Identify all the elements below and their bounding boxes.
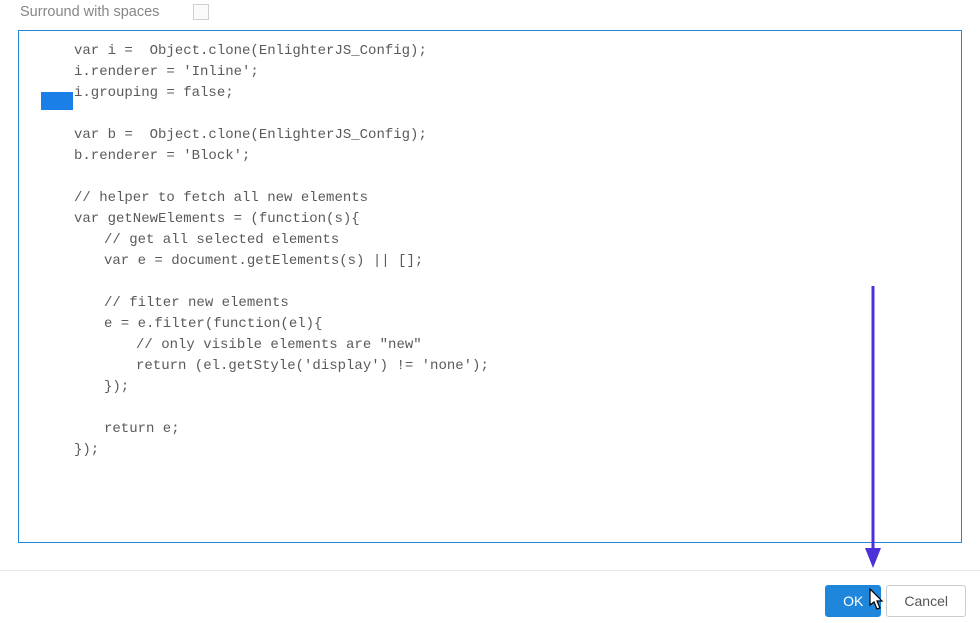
cancel-button[interactable]: Cancel [886, 585, 966, 617]
code-line: }); [19, 440, 961, 461]
code-line: // only visible elements are "new" [19, 335, 961, 356]
code-textarea[interactable]: var i = Object.clone(EnlighterJS_Config)… [18, 30, 962, 543]
code-line [19, 167, 961, 188]
code-line: i.grouping = false; [19, 83, 961, 104]
dialog-buttons: OK Cancel [825, 585, 966, 617]
code-line: var e = document.getElements(s) || []; [19, 251, 961, 272]
code-line: var getNewElements = (function(s){ [19, 209, 961, 230]
option-row: Surround with spaces [0, 0, 980, 30]
code-line: e = e.filter(function(el){ [19, 314, 961, 335]
code-line: i.renderer = 'Inline'; [19, 62, 961, 83]
code-line: return e; [19, 419, 961, 440]
code-line: // filter new elements [19, 293, 961, 314]
code-line [19, 398, 961, 419]
code-content: var i = Object.clone(EnlighterJS_Config)… [19, 31, 961, 471]
code-line: var b = Object.clone(EnlighterJS_Config)… [19, 125, 961, 146]
surround-spaces-checkbox[interactable] [193, 4, 209, 20]
code-line: // get all selected elements [19, 230, 961, 251]
footer-divider [0, 570, 980, 571]
code-line: }); [19, 377, 961, 398]
code-line: return (el.getStyle('display') != 'none'… [19, 356, 961, 377]
code-line [19, 104, 961, 125]
surround-spaces-label: Surround with spaces [20, 4, 159, 20]
code-line: var i = Object.clone(EnlighterJS_Config)… [19, 41, 961, 62]
ok-button[interactable]: OK [825, 585, 881, 617]
code-line: b.renderer = 'Block'; [19, 146, 961, 167]
code-line: // helper to fetch all new elements [19, 188, 961, 209]
code-line [19, 272, 961, 293]
